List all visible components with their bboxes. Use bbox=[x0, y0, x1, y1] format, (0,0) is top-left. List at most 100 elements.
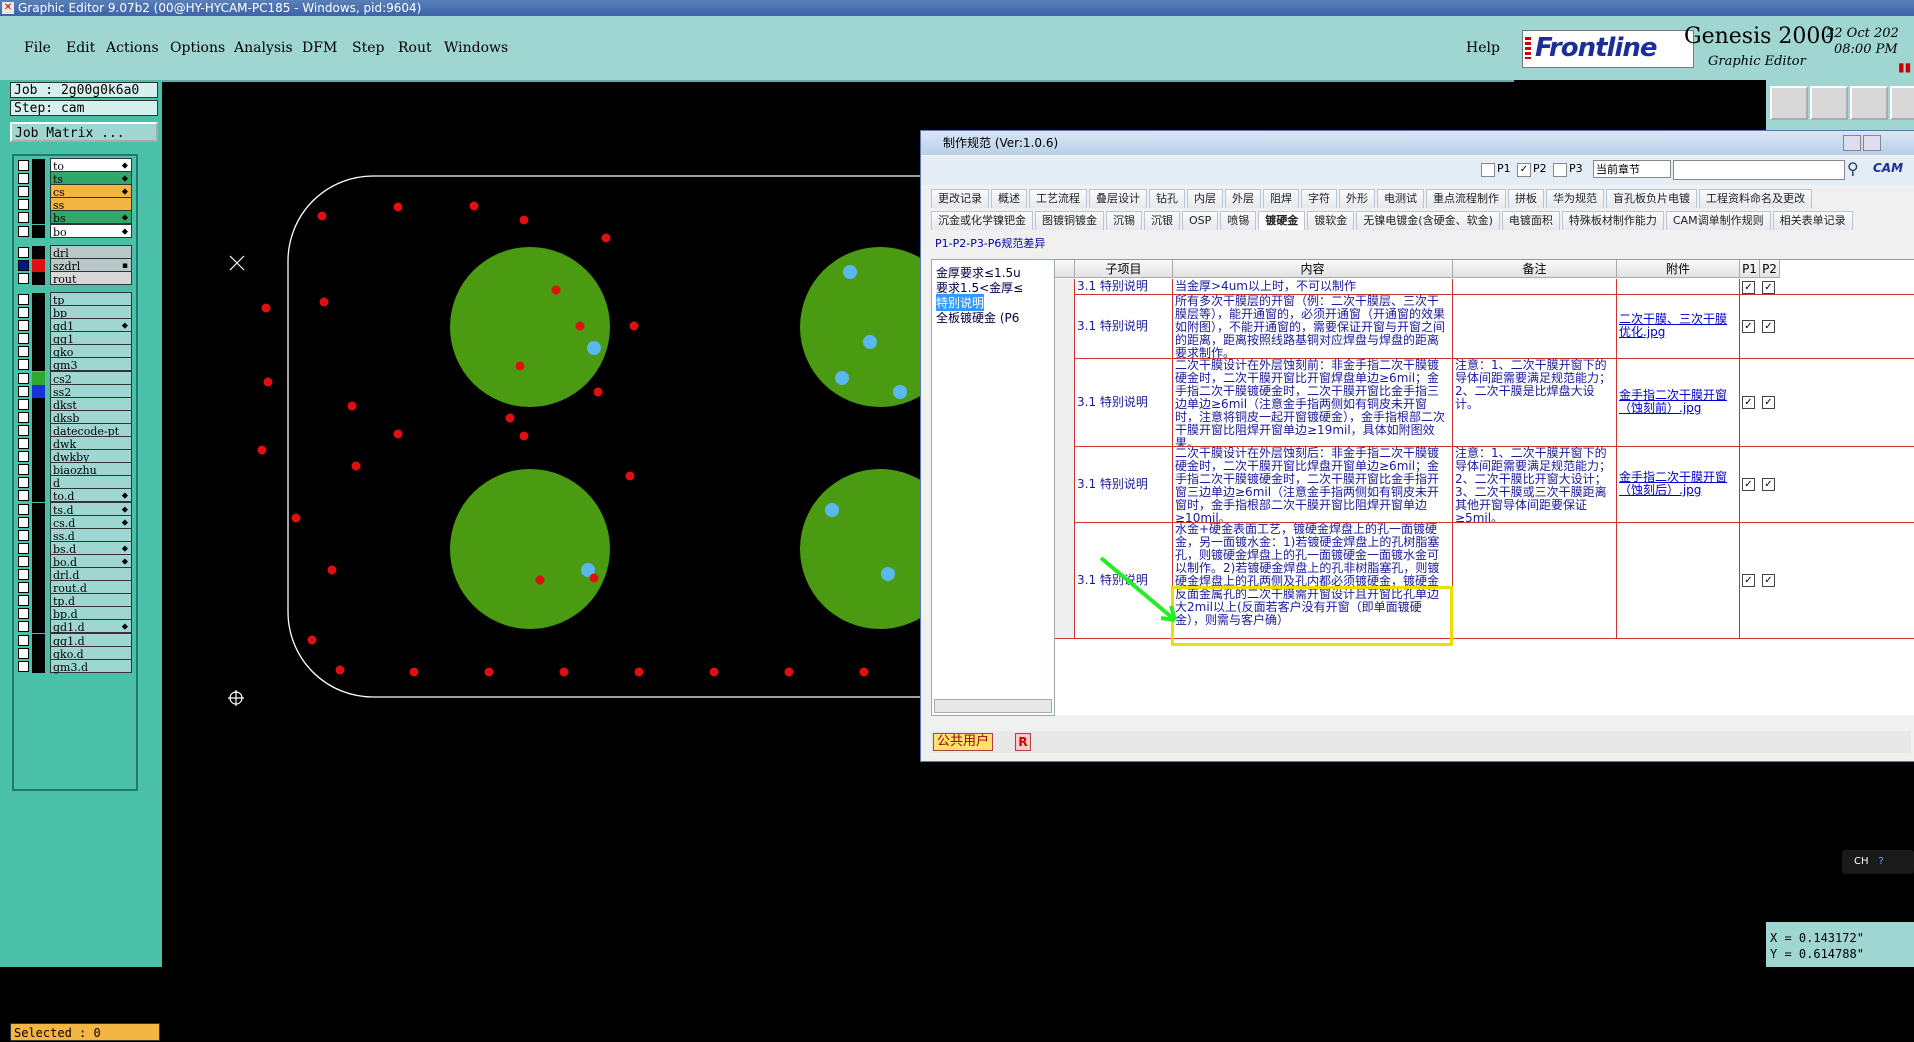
layer-name[interactable]: bs.d ⬥ bbox=[50, 540, 132, 556]
layer-checkbox[interactable] bbox=[18, 451, 29, 463]
table-row[interactable]: 3.1 特别说明 二次干膜设计在外层蚀刻前：非金手指二次干膜镀硬金时，二次干膜开窗… bbox=[1055, 358, 1914, 447]
tab-tabs_row2-4[interactable]: OSP bbox=[1182, 211, 1219, 230]
tab-tabs_row2-12[interactable]: 相关表单记录 bbox=[1772, 211, 1853, 230]
layer-checkbox[interactable] bbox=[18, 160, 29, 171]
column-header-sub[interactable]: 子项目 bbox=[1075, 260, 1173, 278]
layer-checkbox[interactable] bbox=[18, 634, 29, 646]
tab-tabs_row2-10[interactable]: 特殊板材制作能力 bbox=[1561, 211, 1664, 230]
layer-name[interactable]: gd1.d ⬥ bbox=[50, 619, 132, 634]
search-icon[interactable]: ⚲ bbox=[1847, 159, 1859, 178]
search-input[interactable] bbox=[1673, 160, 1845, 180]
layer-name[interactable]: bs ⬥ bbox=[50, 210, 132, 225]
tab-tabs_row2-3[interactable]: 沉银 bbox=[1144, 211, 1180, 230]
variance-heading[interactable]: P1-P2-P3-P6规范差异 bbox=[935, 235, 1045, 251]
layer-checkbox[interactable] bbox=[18, 385, 29, 397]
layer-name[interactable]: cs2 bbox=[50, 370, 132, 386]
menu-actions[interactable]: Actions bbox=[106, 40, 159, 56]
checkbox-p2[interactable]: ✓ bbox=[1762, 396, 1775, 409]
layer-name[interactable]: gd1 ⬥ bbox=[50, 318, 132, 333]
tab-tabs_row1-15[interactable]: 工程资料命名及更改 bbox=[1699, 189, 1812, 208]
layer-checkbox[interactable] bbox=[18, 647, 29, 659]
tab-tabs_row1-3[interactable]: 叠层设计 bbox=[1089, 189, 1147, 208]
layer-name[interactable]: dkst bbox=[50, 396, 132, 412]
table-row[interactable]: 3.1 特别说明 二次干膜设计在外层蚀刻后：非金手指二次干膜镀硬金时，二次干膜开窗… bbox=[1055, 446, 1914, 523]
menu-dfm[interactable]: DFM bbox=[302, 40, 337, 56]
tab-tabs_row1-11[interactable]: 重点流程制作 bbox=[1426, 189, 1506, 208]
checkbox-p1[interactable]: ✓ bbox=[1742, 478, 1755, 491]
menu-analysis[interactable]: Analysis bbox=[234, 40, 293, 56]
layer-name[interactable]: gko bbox=[50, 344, 132, 359]
tree-horizontal-scrollbar[interactable] bbox=[934, 699, 1052, 713]
menu-step[interactable]: Step bbox=[352, 40, 384, 56]
layer-checkbox[interactable] bbox=[18, 569, 29, 580]
tab-tabs_row1-4[interactable]: 钻孔 bbox=[1149, 189, 1185, 208]
layer-name[interactable]: szdrl ▪ bbox=[50, 257, 132, 273]
row-header[interactable] bbox=[1055, 358, 1075, 446]
layer-name[interactable]: ss.d bbox=[50, 527, 132, 543]
import-icon[interactable] bbox=[1810, 86, 1848, 120]
layer-name[interactable]: ss bbox=[50, 197, 132, 212]
layer-name[interactable]: ts ⬥ bbox=[50, 171, 132, 186]
layer-checkbox[interactable] bbox=[18, 503, 29, 515]
p3-checkbox[interactable] bbox=[1553, 163, 1567, 177]
layer-name[interactable]: to ⬥ bbox=[50, 158, 132, 173]
p1-checkbox[interactable] bbox=[1481, 163, 1495, 177]
layer-name[interactable]: gg1 bbox=[50, 331, 132, 346]
checkbox-p2[interactable]: ✓ bbox=[1762, 280, 1775, 294]
column-header-attach[interactable]: 附件 bbox=[1617, 260, 1740, 278]
tab-tabs_row1-7[interactable]: 阻焊 bbox=[1263, 189, 1299, 208]
layer-checkbox[interactable] bbox=[18, 212, 29, 224]
layer-name[interactable]: ss2 bbox=[50, 383, 132, 399]
dialog-titlebar[interactable]: 制作规范 (Ver:1.0.6) bbox=[921, 131, 1914, 155]
tab-tabs_row2-7[interactable]: 镀软金 bbox=[1307, 211, 1355, 230]
checkbox-p1[interactable]: ✓ bbox=[1742, 280, 1755, 294]
layer-row-rout[interactable]: rout bbox=[16, 270, 134, 286]
cell-attach[interactable]: 金手指二次干膜开窗（蚀刻前）.jpg bbox=[1617, 358, 1740, 446]
chapter-select[interactable]: 当前章节 bbox=[1593, 160, 1671, 178]
layer-checkbox[interactable] bbox=[18, 225, 29, 237]
tab-tabs_row1-12[interactable]: 拼板 bbox=[1508, 189, 1544, 208]
tab-tabs_row2-2[interactable]: 沉锡 bbox=[1106, 211, 1142, 230]
checkbox-p2[interactable]: ✓ bbox=[1762, 320, 1775, 333]
layer-checkbox[interactable] bbox=[18, 411, 29, 423]
tab-tabs_row1-5[interactable]: 内层 bbox=[1187, 189, 1223, 208]
layer-checkbox[interactable] bbox=[18, 621, 29, 633]
maximize-icon[interactable] bbox=[1863, 135, 1881, 151]
layer-name[interactable]: dksb bbox=[50, 409, 132, 425]
layer-checkbox[interactable] bbox=[18, 438, 29, 449]
tab-tabs_row1-13[interactable]: 华为规范 bbox=[1546, 189, 1604, 208]
layer-checkbox[interactable] bbox=[18, 660, 29, 672]
tree-item[interactable]: 全板镀硬金 (P6 bbox=[936, 309, 1019, 326]
layer-row-gm3-d[interactable]: gm3.d bbox=[16, 658, 134, 674]
menu-windows[interactable]: Windows bbox=[444, 40, 508, 56]
layer-name[interactable]: tp.d bbox=[50, 593, 132, 608]
tab-tabs_row1-1[interactable]: 概述 bbox=[991, 189, 1027, 208]
layer-name[interactable]: bp bbox=[50, 305, 132, 320]
row-header[interactable] bbox=[1055, 446, 1075, 522]
row-header[interactable] bbox=[1055, 522, 1075, 638]
home-icon[interactable] bbox=[1850, 86, 1888, 120]
layer-checkbox[interactable] bbox=[18, 595, 29, 607]
menu-options[interactable]: Options bbox=[170, 40, 225, 56]
layer-name[interactable]: datecode-pt bbox=[50, 422, 132, 438]
layer-checkbox[interactable] bbox=[18, 186, 29, 198]
layer-checkbox[interactable] bbox=[18, 398, 29, 410]
layer-name[interactable]: rout bbox=[50, 270, 132, 286]
layer-name[interactable]: rout.d bbox=[50, 580, 132, 595]
layer-name[interactable]: drl bbox=[50, 244, 132, 260]
column-header-note[interactable]: 备注 bbox=[1453, 260, 1617, 278]
layer-checkbox[interactable] bbox=[18, 529, 29, 541]
column-header-content[interactable]: 内容 bbox=[1173, 260, 1453, 278]
tab-tabs_row1-6[interactable]: 外层 bbox=[1225, 189, 1261, 208]
window-icon[interactable] bbox=[1890, 86, 1914, 120]
checkbox-p1[interactable]: ✓ bbox=[1742, 574, 1755, 587]
layer-name[interactable]: gko.d bbox=[50, 645, 132, 661]
tab-tabs_row1-0[interactable]: 更改记录 bbox=[931, 189, 989, 208]
tab-tabs_row1-9[interactable]: 外形 bbox=[1339, 189, 1375, 208]
layer-checkbox[interactable] bbox=[18, 307, 29, 318]
layer-checkbox[interactable] bbox=[18, 516, 29, 528]
layer-checkbox[interactable] bbox=[18, 608, 29, 620]
layer-checkbox[interactable] bbox=[18, 199, 29, 211]
layer-name[interactable]: to.d ⬥ bbox=[50, 488, 132, 503]
layer-checkbox[interactable] bbox=[18, 293, 29, 305]
